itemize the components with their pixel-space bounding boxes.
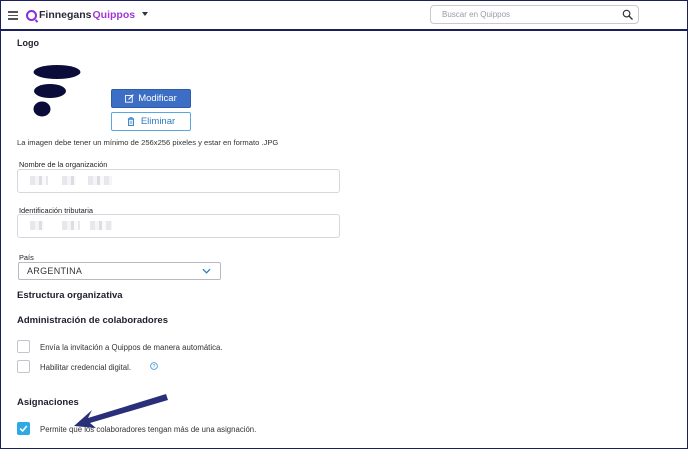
organization-logo-image: [33, 65, 81, 117]
top-bar: Finnegans Quippos: [1, 1, 687, 31]
chevron-down-icon[interactable]: [142, 12, 148, 16]
annotation-arrow-icon: [74, 394, 168, 428]
tax-id-field[interactable]: [17, 214, 340, 238]
menu-icon[interactable]: [8, 11, 18, 20]
brand-name-secondary: Quippos: [92, 9, 136, 21]
redacted-text: [62, 176, 76, 185]
digital-credential-label: Habilitar credencial digital.: [40, 363, 132, 372]
collaborators-section-title: Administración de colaboradores: [17, 315, 168, 326]
edit-icon: [125, 94, 135, 103]
assignments-section-title: Asignaciones: [17, 397, 79, 408]
org-name-field[interactable]: [17, 169, 340, 193]
multi-assignment-checkbox[interactable]: [17, 422, 30, 435]
brand-logo[interactable]: Finnegans Quippos: [26, 7, 135, 23]
redacted-text: [30, 221, 44, 230]
redacted-text: [30, 176, 48, 185]
redacted-text: [62, 221, 80, 230]
digital-credential-checkbox[interactable]: [17, 360, 30, 373]
modify-logo-button[interactable]: Modificar: [111, 89, 191, 108]
search-icon[interactable]: [622, 9, 633, 20]
search-input[interactable]: [430, 5, 639, 24]
auto-invite-checkbox[interactable]: [17, 340, 30, 353]
redacted-text: [88, 176, 112, 185]
country-select[interactable]: ARGENTINA: [18, 262, 221, 280]
svg-text:?: ?: [153, 364, 156, 370]
country-label: País: [19, 253, 34, 262]
chevron-down-icon: [202, 268, 211, 274]
modify-label: Modificar: [138, 93, 177, 104]
delete-logo-button[interactable]: Eliminar: [111, 112, 191, 131]
help-icon[interactable]: ?: [150, 362, 158, 370]
delete-label: Eliminar: [140, 116, 176, 127]
auto-invite-label: Envía la invitación a Quippos de manera …: [40, 343, 223, 352]
logo-requirements-note: La imagen debe tener un mínimo de 256x25…: [17, 138, 279, 147]
redacted-text: [90, 221, 112, 230]
brand-name-primary: Finnegans: [39, 9, 92, 21]
country-value: ARGENTINA: [27, 266, 83, 276]
structure-section-title: Estructura organizativa: [17, 290, 123, 301]
trash-icon: [127, 117, 134, 126]
logo-section-title: Logo: [17, 38, 39, 48]
brand-q-icon: [26, 9, 37, 21]
check-icon: [19, 425, 28, 433]
org-name-label: Nombre de la organización: [19, 160, 108, 169]
